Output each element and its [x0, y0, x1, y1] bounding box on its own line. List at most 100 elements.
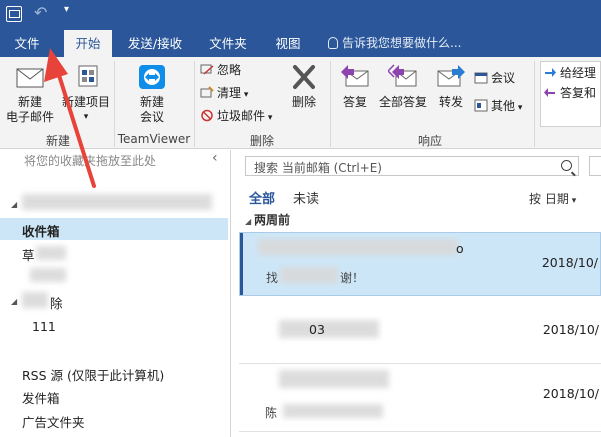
- collapse-group-icon: ◢: [245, 217, 254, 226]
- search-box[interactable]: 搜索 当前邮箱 (Ctrl+E): [245, 156, 579, 176]
- reply-all-button[interactable]: 全部答复: [376, 63, 430, 110]
- sort-label: 按 日期: [529, 192, 569, 206]
- ribbon-separator: [194, 61, 195, 147]
- forward-icon: [437, 65, 465, 87]
- blurred-text: [22, 292, 48, 308]
- message-sender: 03: [309, 322, 325, 337]
- forward-button[interactable]: 转发: [432, 63, 470, 110]
- meeting-reply-button[interactable]: 会议: [474, 69, 515, 87]
- blurred-text: [30, 268, 66, 282]
- filter-unread-tab[interactable]: 未读: [293, 188, 319, 207]
- ribbon-separator: [534, 61, 535, 147]
- junk-dropdown-icon: ▾: [265, 113, 273, 123]
- nav-outbox[interactable]: 发件箱: [22, 388, 60, 407]
- reply-delete-icon: [544, 88, 555, 97]
- new-email-label-1: 新建: [17, 95, 42, 109]
- tab-home[interactable]: 开始: [64, 30, 112, 57]
- reply-button[interactable]: 答复: [336, 63, 374, 110]
- search-icon[interactable]: [561, 160, 572, 171]
- group-label-delete: 删除: [249, 134, 274, 148]
- message-preview-start: 陈: [265, 406, 278, 420]
- nav-deleted[interactable]: 除: [50, 293, 63, 312]
- nav-rss-feeds[interactable]: RSS 源 (仅限于此计算机): [22, 365, 164, 384]
- tell-me-box[interactable]: 告诉我您想要做什么...: [328, 30, 461, 57]
- outlook-app-icon[interactable]: [6, 6, 22, 22]
- ribbon-separator: [330, 61, 331, 147]
- nav-ads-folder[interactable]: 广告文件夹: [22, 412, 85, 431]
- reply-icon: [341, 65, 369, 87]
- message-row[interactable]: o 找 谢！ 2018/10/: [239, 232, 601, 296]
- group-label-teamviewer: TeamViewer: [117, 132, 191, 146]
- blurred-sender: [279, 320, 379, 338]
- meeting-reply-label: 会议: [491, 71, 516, 85]
- message-sender: o: [456, 241, 464, 256]
- search-scope-dropdown[interactable]: [589, 156, 601, 176]
- ribbon-separator: [114, 61, 115, 147]
- teamviewer-icon: [139, 65, 165, 89]
- expand-account-icon[interactable]: ◢: [11, 200, 17, 209]
- junk-button[interactable]: 垃圾邮件 ▾: [200, 107, 272, 125]
- selection-bar: [240, 233, 243, 295]
- undo-icon[interactable]: ↶: [34, 3, 47, 22]
- quick-step-reply-delete[interactable]: 答复和: [543, 84, 596, 102]
- search-input[interactable]: 搜索 当前邮箱 (Ctrl+E): [254, 159, 382, 176]
- ribbon-tab-bar: 文件 开始 发送/接收 文件夹 视图 告诉我您想要做什么...: [0, 30, 601, 57]
- new-items-label: 新建项目: [61, 95, 110, 109]
- filter-all-tab[interactable]: 全部: [249, 188, 275, 207]
- group-header-label: 两周前: [253, 213, 290, 227]
- clean-up-button[interactable]: 清理 ▾: [200, 84, 248, 102]
- quick-step-2-label: 答复和: [560, 86, 597, 100]
- message-date: 2018/10/: [541, 255, 598, 270]
- new-email-button[interactable]: 新建 电子邮件: [4, 63, 56, 125]
- nav-folder-111[interactable]: 111: [32, 319, 56, 334]
- message-date: 2018/10/: [542, 386, 599, 401]
- collapse-pane-icon[interactable]: ‹: [212, 150, 218, 166]
- quick-steps-gallery: 给经理 答复和: [540, 61, 601, 127]
- ribbon: 新建 电子邮件 新建项目 ▾ 新建 新建 会议 TeamViewer 忽略 清理…: [0, 57, 601, 149]
- tab-file[interactable]: 文件: [4, 30, 50, 57]
- sort-by-date-dropdown[interactable]: 按 日期 ▾: [529, 190, 576, 207]
- ignore-icon: [200, 64, 214, 75]
- delete-label: 删除: [291, 95, 316, 109]
- new-meeting-label-2: 会议: [139, 110, 164, 124]
- nav-inbox[interactable]: 收件箱: [22, 221, 60, 240]
- reply-all-icon: [386, 64, 417, 87]
- ignore-button[interactable]: 忽略: [200, 61, 241, 79]
- tell-me-text: 告诉我您想要做什么...: [342, 36, 462, 50]
- message-row[interactable]: 陈 2018/10/: [239, 366, 601, 432]
- blurred-text: [36, 246, 66, 260]
- quick-access-dropdown-icon[interactable]: ▾: [64, 4, 69, 15]
- group-label-new: 新建: [45, 134, 70, 148]
- more-button[interactable]: 其他 ▾: [474, 97, 522, 115]
- forward-label: 转发: [438, 95, 463, 109]
- group-header-two-weeks[interactable]: ◢ 两周前: [245, 211, 290, 228]
- junk-label: 垃圾邮件: [217, 109, 266, 123]
- message-preview-end: 谢！: [340, 271, 365, 285]
- new-email-label-2: 电子邮件: [5, 110, 54, 124]
- folder-pane: 将您的收藏夹拖放至此处 ‹ ◢ 收件箱 草 ◢ 除 111 RSS 源 (仅限于…: [0, 150, 228, 437]
- new-items-icon: [78, 65, 98, 87]
- tab-view[interactable]: 视图: [264, 30, 312, 57]
- clean-up-label: 清理: [217, 86, 242, 100]
- group-label-respond: 响应: [417, 134, 442, 148]
- title-bar: ↶ ▾: [0, 0, 601, 30]
- nav-drafts[interactable]: 草: [22, 245, 35, 264]
- reply-label: 答复: [342, 95, 367, 109]
- clean-up-dropdown-icon: ▾: [241, 90, 249, 100]
- lightbulb-icon: [328, 37, 338, 49]
- message-list-pane: 搜索 当前邮箱 (Ctrl+E) 全部 未读 按 日期 ▾ ◢ 两周前 o 找 …: [231, 150, 601, 437]
- message-preview-start: 找: [266, 271, 279, 285]
- clean-up-icon: [200, 86, 214, 98]
- expand-folder-icon[interactable]: ◢: [11, 297, 17, 306]
- more-dropdown-icon: ▾: [515, 103, 523, 113]
- message-row[interactable]: 03 2018/10/: [239, 298, 601, 364]
- delete-button[interactable]: 删除: [282, 63, 326, 110]
- new-items-button[interactable]: 新建项目 ▾: [60, 63, 112, 125]
- ignore-label: 忽略: [217, 63, 242, 77]
- tab-send-receive[interactable]: 发送/接收: [118, 30, 192, 57]
- blurred-sender: [258, 239, 458, 255]
- tab-folder[interactable]: 文件夹: [200, 30, 256, 57]
- new-meeting-button[interactable]: 新建 会议: [124, 63, 180, 125]
- blurred-preview: [283, 404, 383, 418]
- quick-step-to-manager[interactable]: 给经理: [543, 64, 596, 82]
